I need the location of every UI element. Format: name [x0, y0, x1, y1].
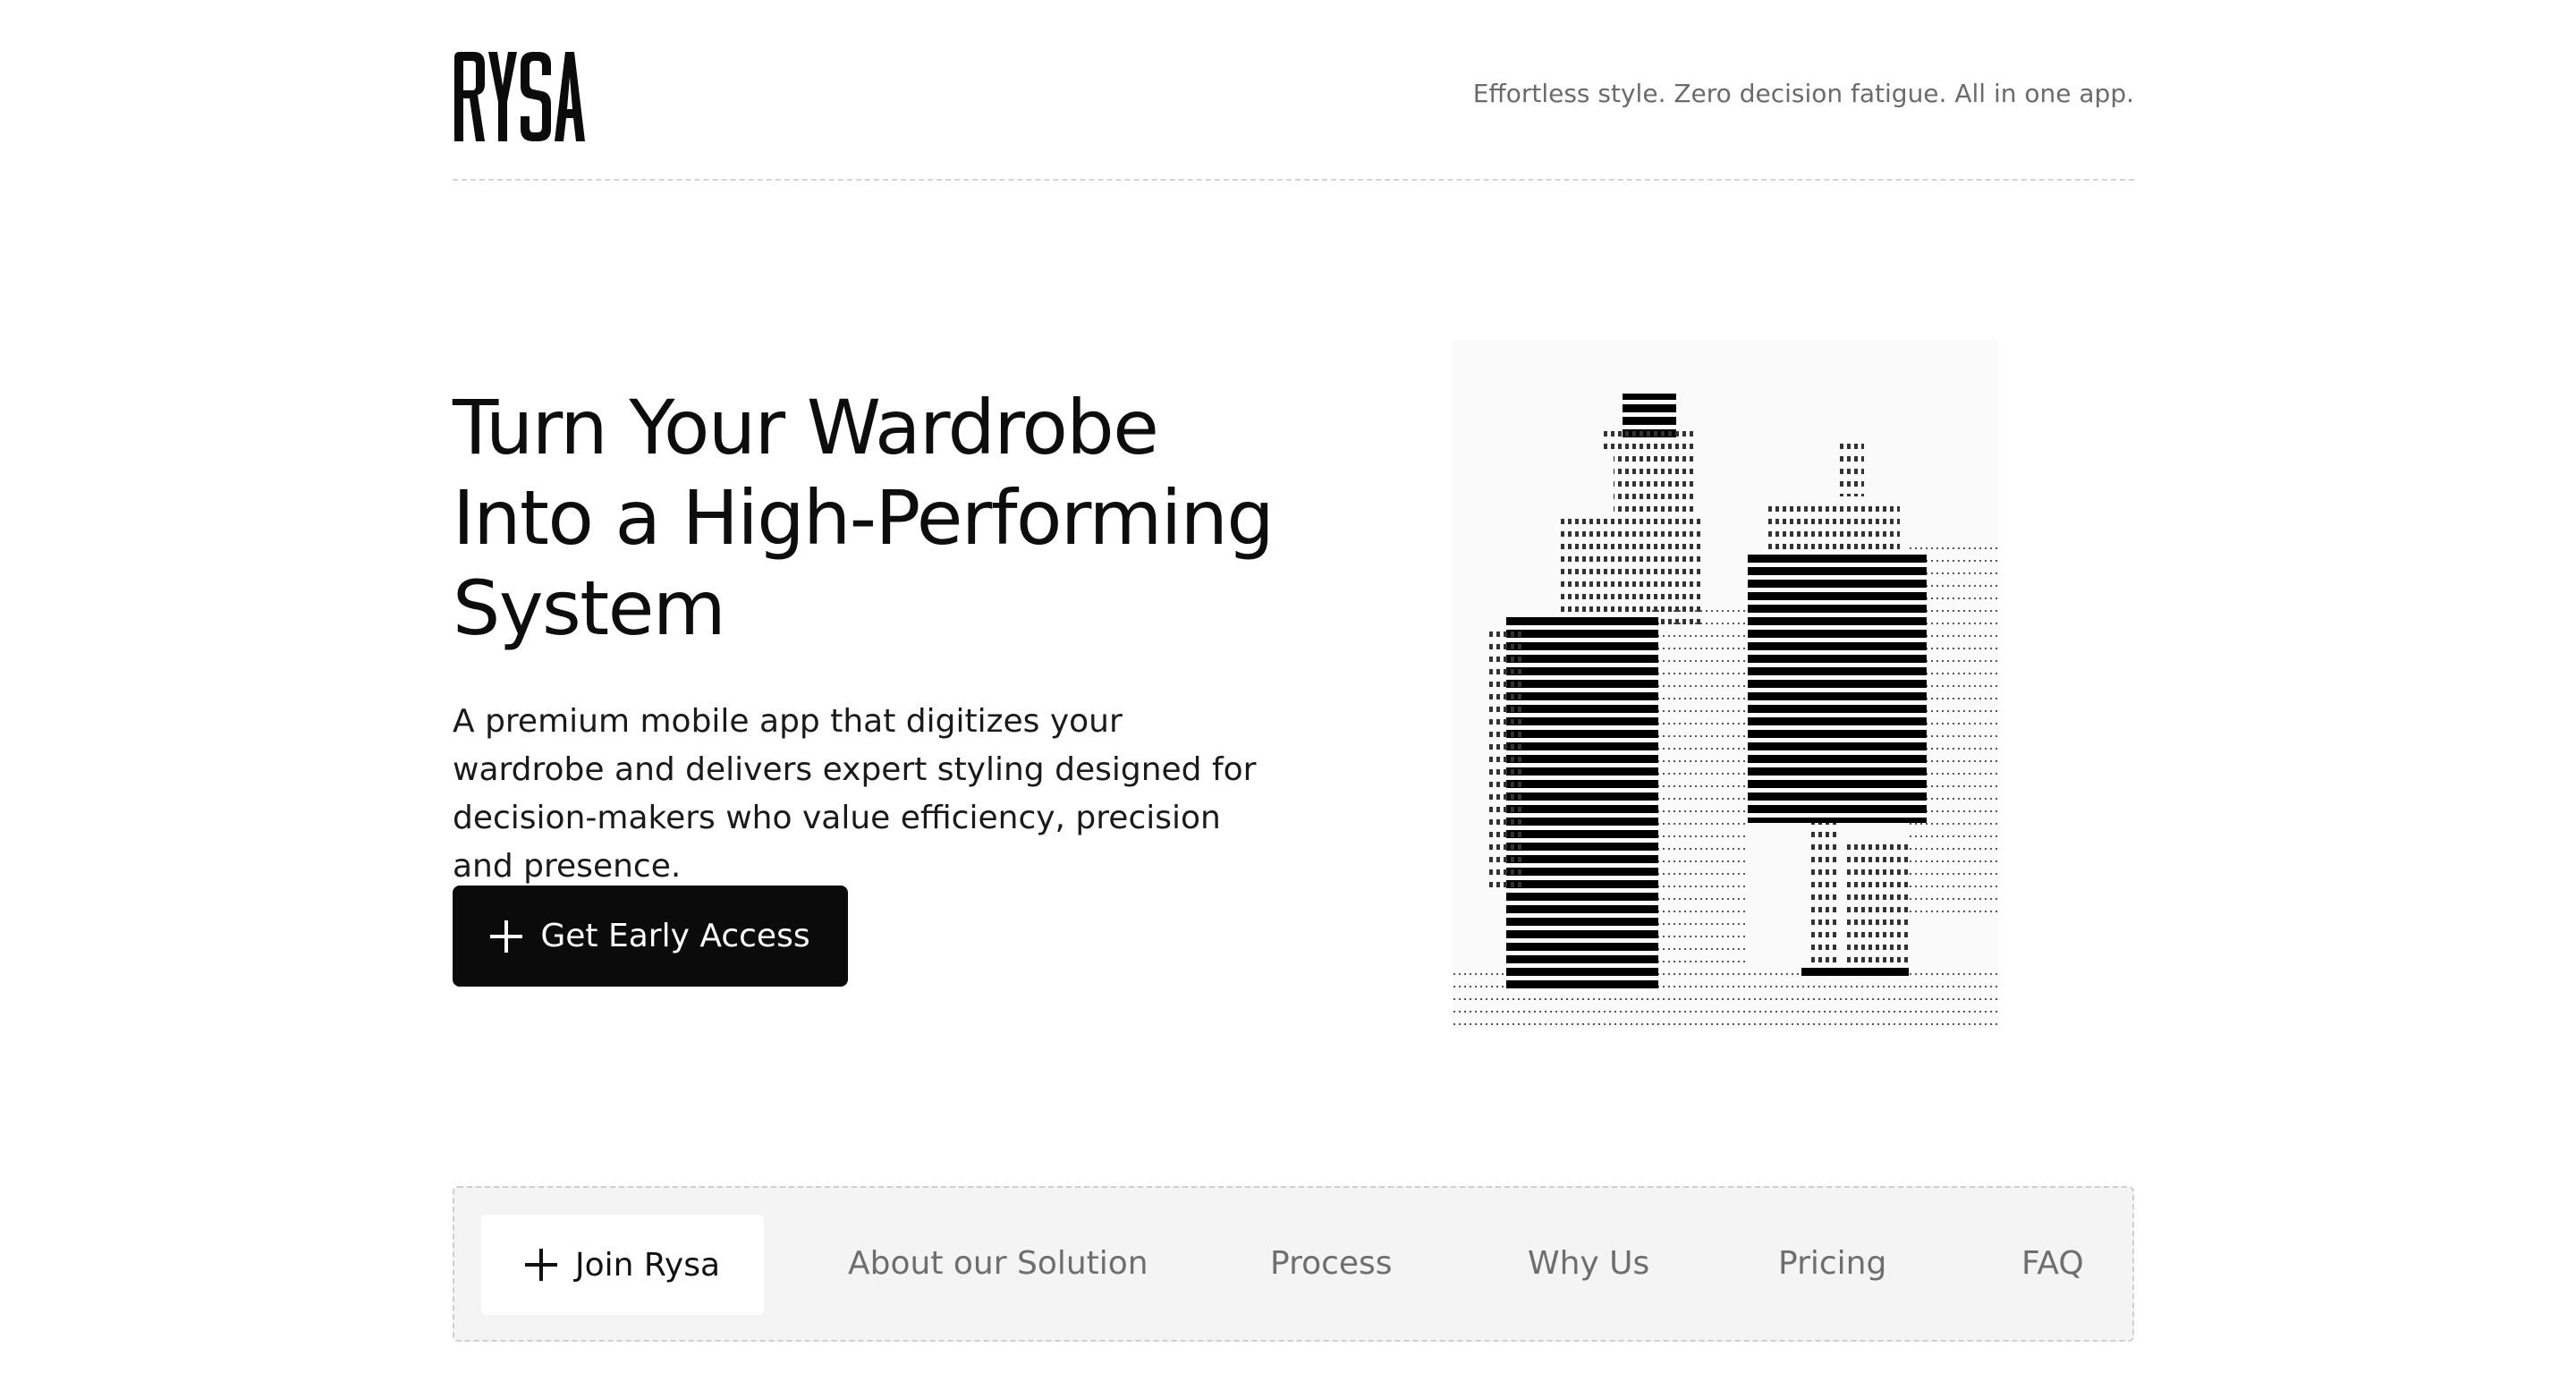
nav-link-why-us[interactable]: Why Us — [1528, 1238, 1649, 1290]
join-rysa-button[interactable]: Join Rysa — [481, 1215, 764, 1315]
bottom-navigation: Join Rysa About our Solution Process Why… — [453, 1186, 2134, 1342]
cta-label: Get Early Access — [540, 918, 810, 954]
nav-link-faq[interactable]: FAQ — [2021, 1238, 2084, 1290]
page-container: Effortless style. Zero decision fatigue.… — [453, 0, 2134, 1390]
header-tagline: Effortless style. Zero decision fatigue.… — [1472, 79, 2134, 108]
join-label: Join Rysa — [574, 1246, 721, 1284]
get-early-access-button[interactable]: Get Early Access — [453, 886, 848, 987]
nav-link-process[interactable]: Process — [1270, 1238, 1393, 1290]
site-header: Effortless style. Zero decision fatigue.… — [453, 0, 2134, 181]
rysa-logo[interactable] — [453, 50, 587, 143]
plus-icon — [524, 1249, 557, 1281]
nav-link-pricing[interactable]: Pricing — [1778, 1238, 1886, 1290]
ascii-fashion-figures-illustration — [1453, 340, 1998, 1029]
plus-icon — [490, 920, 523, 953]
hero-description: A premium mobile app that digitizes your… — [453, 703, 1257, 885]
hero-title: Turn Your Wardrobe Into a High-Performin… — [453, 384, 1275, 652]
nav-link-about-our-solution[interactable]: About our Solution — [848, 1238, 1148, 1290]
